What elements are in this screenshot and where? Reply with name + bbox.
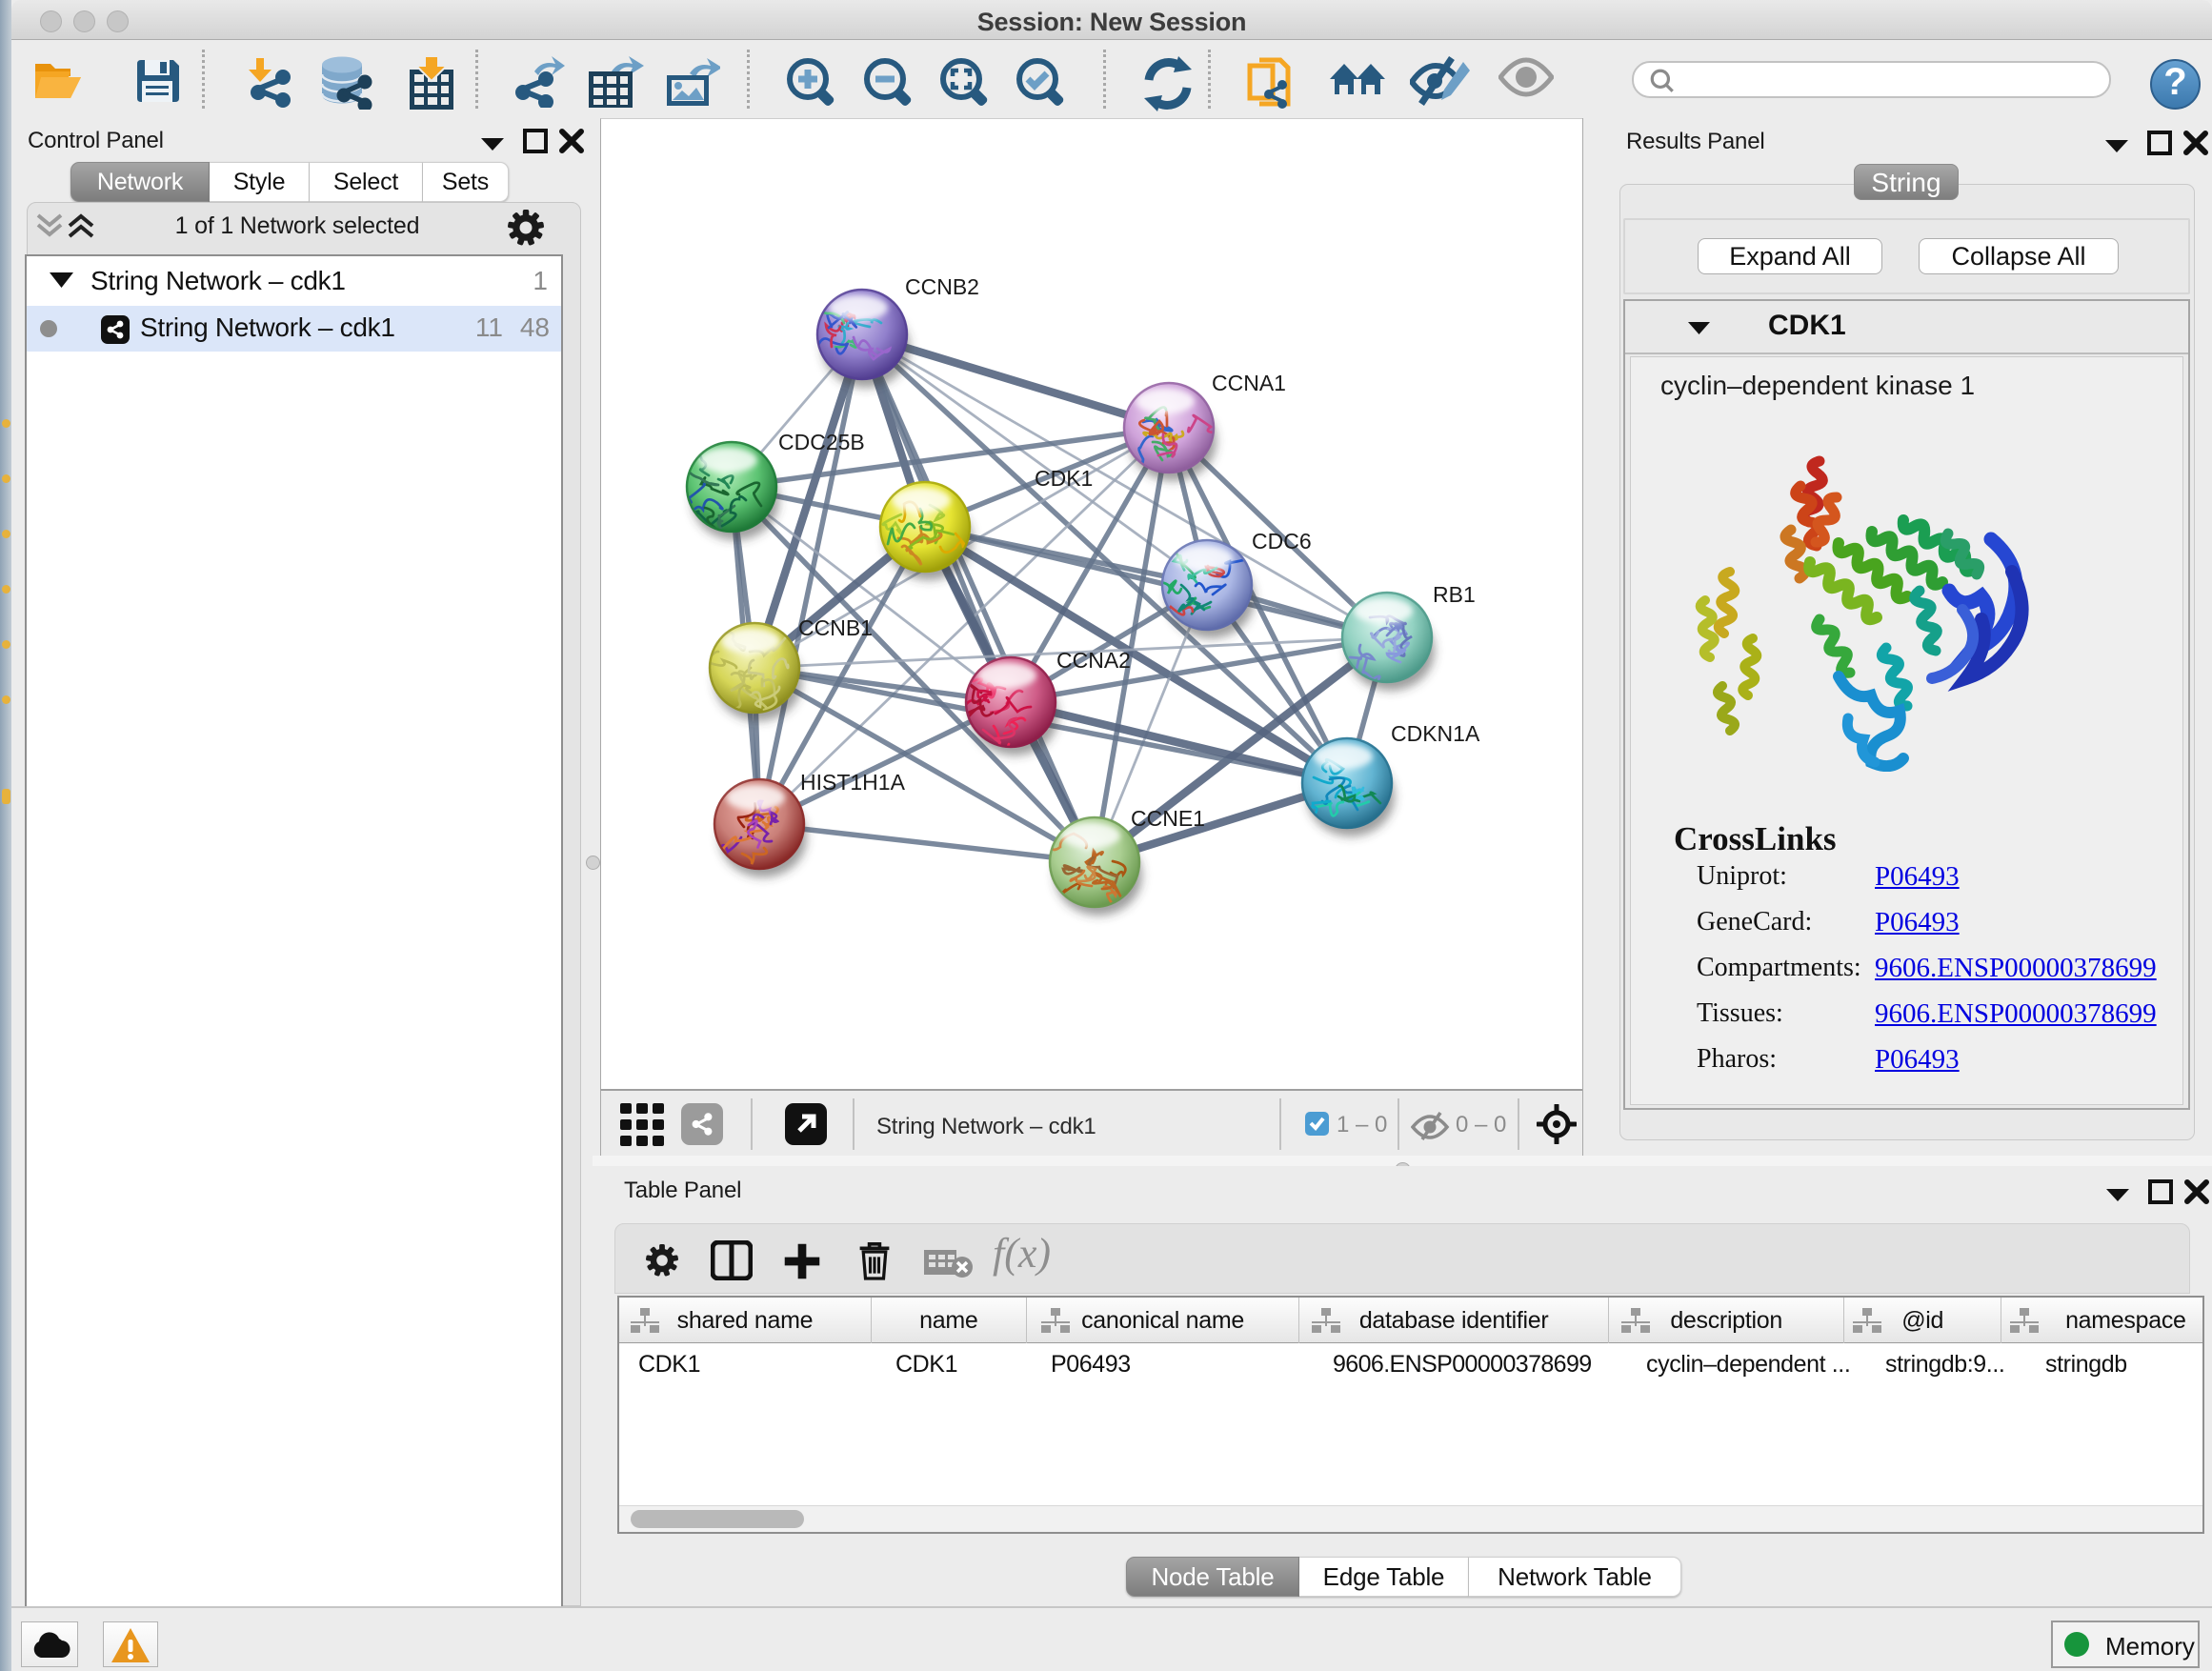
svg-text:CCNA1: CCNA1 xyxy=(1212,371,1286,395)
svg-text:CCNA2: CCNA2 xyxy=(1056,648,1131,673)
svg-text:CCNE1: CCNE1 xyxy=(1131,806,1205,831)
svg-text:CCNB2: CCNB2 xyxy=(905,274,979,299)
svg-text:RB1: RB1 xyxy=(1433,582,1476,607)
svg-text:HIST1H1A: HIST1H1A xyxy=(800,770,906,795)
svg-text:CDC6: CDC6 xyxy=(1252,529,1312,554)
svg-text:CCNB1: CCNB1 xyxy=(798,615,873,640)
svg-text:CDKN1A: CDKN1A xyxy=(1391,721,1480,746)
svg-text:CDK1: CDK1 xyxy=(1035,466,1093,491)
svg-text:CDC25B: CDC25B xyxy=(778,430,865,454)
